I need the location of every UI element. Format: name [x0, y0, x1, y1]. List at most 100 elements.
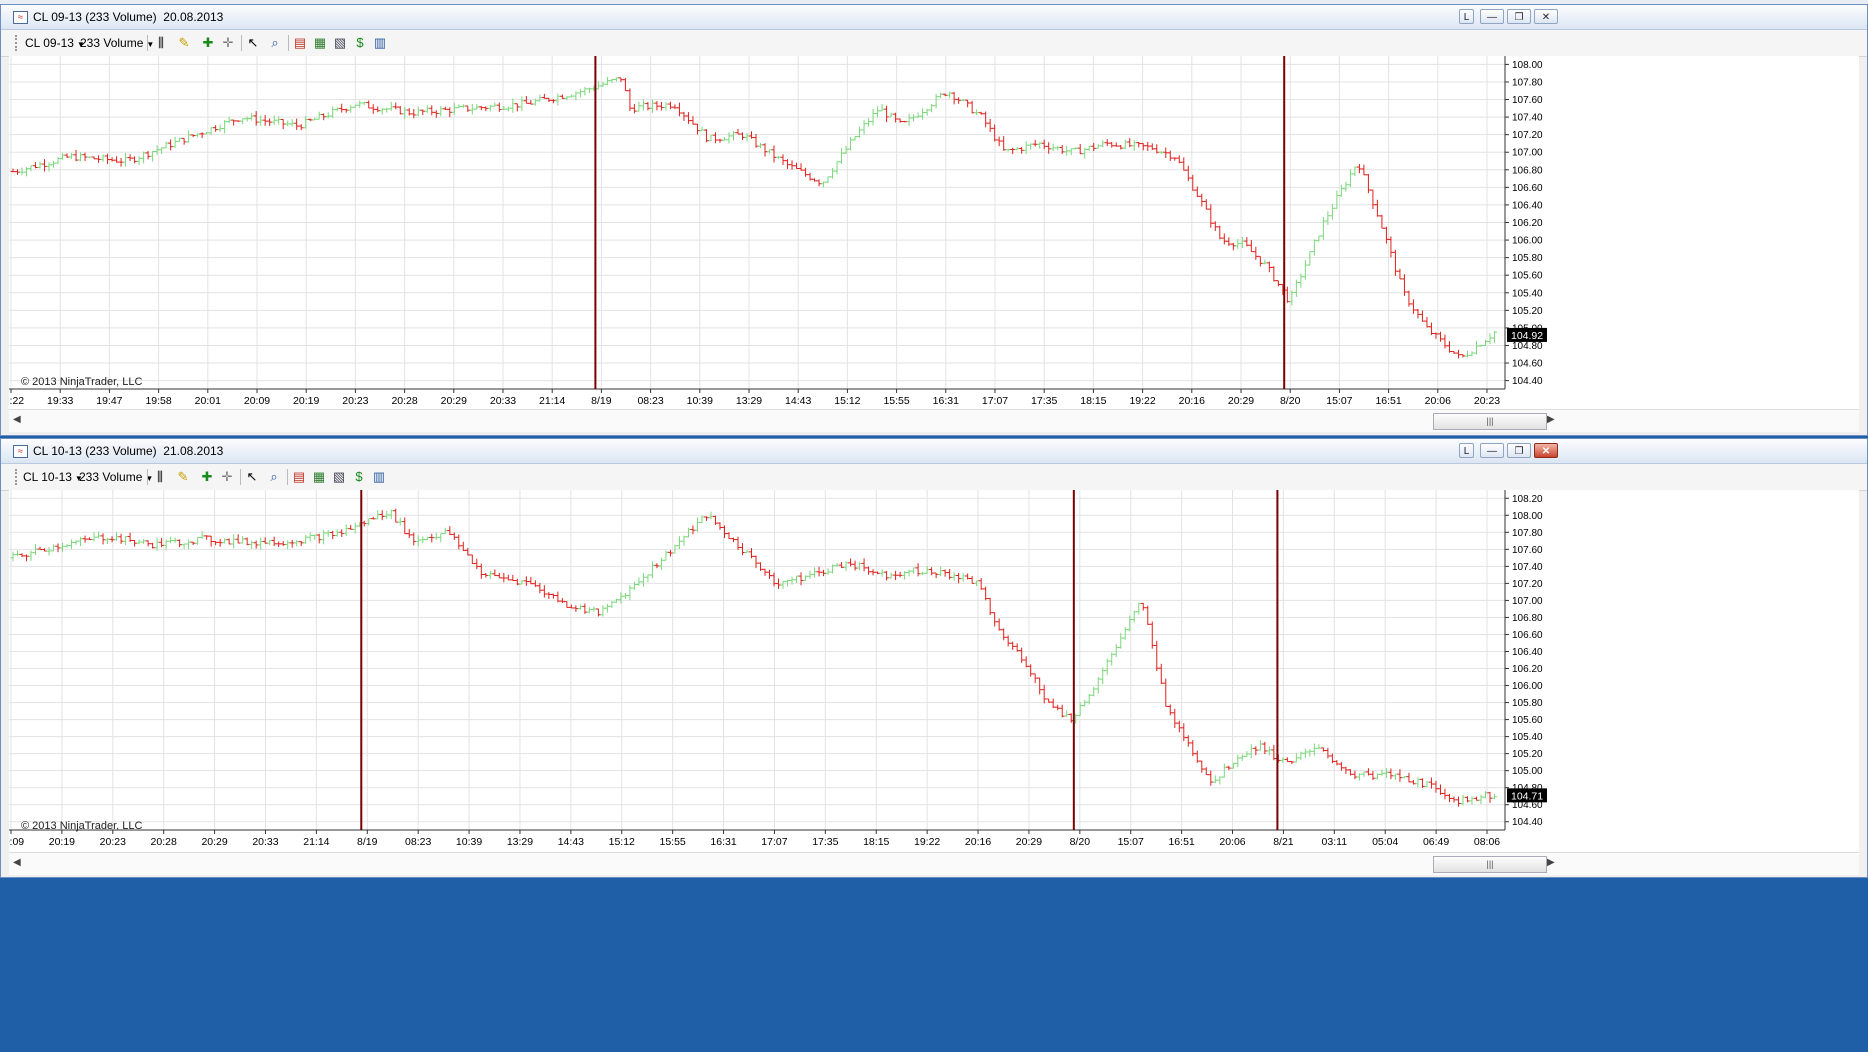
instrument-dropdown[interactable]: CL 09-13 ▼: [25, 36, 85, 50]
ohlc-bar: [244, 537, 250, 546]
minimize-button[interactable]: —: [1480, 9, 1504, 24]
chart-icon[interactable]: ▧: [331, 469, 347, 485]
scroll-thumb[interactable]: |||: [1433, 413, 1547, 430]
restore-button[interactable]: ❐: [1507, 9, 1531, 24]
toolbar-grip[interactable]: [15, 469, 20, 485]
ohlc-bar: [884, 571, 890, 581]
ohlc-bar: [1410, 780, 1416, 785]
scroll-left-icon[interactable]: ◀: [13, 414, 21, 425]
ohlc-bar: [1005, 148, 1011, 152]
ohlc-bar: [141, 539, 147, 544]
properties-icon[interactable]: ▥: [371, 469, 387, 485]
ohlc-bar: [271, 536, 277, 547]
dollar-icon[interactable]: $: [352, 35, 368, 51]
strategy-icon[interactable]: ▤: [291, 469, 307, 485]
y-tick-label: 105.80: [1512, 698, 1543, 709]
crosshair-icon[interactable]: ✛: [219, 469, 235, 485]
window-titlebar[interactable]: ≈ CL 10-13 (233 Volume) 21.08.2013 L — ❐…: [1, 439, 1867, 464]
ohlc-bar: [168, 139, 174, 151]
ohlc-bar: [352, 522, 358, 534]
ohlc-bar: [78, 536, 84, 547]
properties-icon[interactable]: ▥: [372, 35, 388, 51]
dollar-icon[interactable]: $: [351, 469, 367, 485]
pointer-icon[interactable]: ↖: [244, 469, 260, 485]
x-tick-label: 19:33: [47, 395, 73, 407]
ohlc-bar: [978, 578, 984, 590]
scroll-right-icon[interactable]: ▶: [1547, 414, 1555, 425]
close-button[interactable]: ✕: [1534, 9, 1558, 24]
instrument-dropdown[interactable]: CL 10-13 ▼: [23, 470, 83, 484]
x-tick-label: 20:29: [1228, 395, 1254, 407]
ohlc-bar: [812, 178, 818, 182]
chart-style-icon[interactable]: ⫼: [153, 35, 169, 51]
ohlc-bar: [640, 572, 646, 587]
chart-style-icon[interactable]: ⫼: [152, 469, 168, 485]
x-tick-label: 20:19: [49, 836, 75, 848]
window-titlebar[interactable]: ≈ CL 09-13 (233 Volume) 20.08.2013 L — ❐…: [1, 5, 1867, 30]
ohlc-bar: [222, 538, 228, 544]
scroll-right-icon[interactable]: ▶: [1547, 857, 1555, 868]
y-tick-label: 107.60: [1512, 545, 1543, 556]
period-dropdown[interactable]: 233 Volume ▼: [79, 470, 153, 484]
ohlc-bar: [199, 132, 205, 139]
magnify-icon[interactable]: ⌕: [267, 35, 283, 51]
ohlc-bar: [816, 566, 822, 577]
crosshair-icon[interactable]: ✛: [220, 35, 236, 51]
restore-button[interactable]: ❐: [1507, 443, 1531, 458]
toolbar-grip[interactable]: [15, 35, 20, 51]
ohlc-bar: [978, 111, 984, 115]
y-tick-label: 107.20: [1512, 130, 1543, 141]
x-tick-label: 8/19: [591, 395, 612, 407]
ohlc-bar: [136, 156, 142, 166]
ohlc-chart-svg[interactable]: 20:09 20:19 20:23 20:28 20:29 20:33 21:14 8/19 0…: [9, 490, 1861, 852]
link-button[interactable]: L: [1459, 443, 1474, 458]
ohlc-bar: [663, 102, 669, 111]
ohlc-chart-svg[interactable]: 19:22 19:33 19:47 19:58 20:01 20:09 20:19 20:23…: [9, 56, 1861, 411]
price-chart[interactable]: 20:09 20:19 20:23 20:28 20:29 20:33 21:14 8/19 0…: [9, 490, 1859, 852]
magnify-icon[interactable]: ⌕: [266, 469, 282, 485]
chart-window-cl-10-13[interactable]: ≈ CL 10-13 (233 Volume) 21.08.2013 L — ❐…: [0, 438, 1868, 878]
ohlc-bar: [519, 96, 525, 111]
ohlc-bar: [1095, 144, 1101, 149]
indicators-icon[interactable]: ▦: [311, 469, 327, 485]
x-tick-label: 05:04: [1372, 836, 1398, 848]
chart-icon[interactable]: ▧: [332, 35, 348, 51]
period-dropdown[interactable]: 233 Volume ▼: [80, 36, 154, 50]
ohlc-bar: [177, 539, 183, 548]
scroll-left-icon[interactable]: ◀: [13, 857, 21, 868]
ohlc-bar: [474, 104, 480, 110]
zoom-in-icon[interactable]: ✚: [200, 35, 216, 51]
pencil-icon[interactable]: ✎: [175, 469, 191, 485]
chart-window-cl-09-13[interactable]: ≈ CL 09-13 (233 Volume) 20.08.2013 L — ❐…: [0, 4, 1868, 436]
price-chart[interactable]: 19:22 19:33 19:47 19:58 20:01 20:09 20:19 20:23…: [9, 56, 1859, 411]
y-tick-label: 105.80: [1512, 253, 1543, 264]
ohlc-bar: [240, 118, 246, 125]
indicators-icon[interactable]: ▦: [312, 35, 328, 51]
close-button[interactable]: ✕: [1534, 443, 1558, 458]
x-tick-label: 20:01: [195, 395, 221, 407]
horizontal-scrollbar[interactable]: ◀ ||| ▶: [9, 409, 1859, 432]
ohlc-bar: [82, 535, 88, 543]
ohlc-bar: [1001, 136, 1007, 151]
strategy-icon[interactable]: ▤: [292, 35, 308, 51]
scroll-thumb[interactable]: |||: [1433, 856, 1547, 873]
ohlc-bar: [231, 119, 237, 126]
x-tick-label: 20:09: [9, 836, 24, 848]
pencil-icon[interactable]: ✎: [176, 35, 192, 51]
pointer-icon[interactable]: ↖: [245, 35, 261, 51]
ohlc-bar: [1091, 142, 1097, 152]
zoom-in-icon[interactable]: ✚: [199, 469, 215, 485]
minimize-button[interactable]: —: [1480, 443, 1504, 458]
ohlc-bar: [636, 101, 642, 112]
ohlc-bar: [438, 533, 444, 543]
link-button[interactable]: L: [1459, 9, 1474, 24]
ohlc-bar: [289, 539, 295, 548]
ohlc-bar: [118, 533, 124, 544]
ohlc-bar: [465, 105, 471, 113]
ohlc-bar: [1410, 299, 1416, 314]
horizontal-scrollbar[interactable]: ◀ ||| ▶: [9, 852, 1859, 875]
ohlc-bar: [1455, 349, 1461, 359]
ohlc-bar: [1406, 772, 1412, 783]
ohlc-bar: [285, 120, 291, 127]
ohlc-bar: [132, 539, 138, 547]
